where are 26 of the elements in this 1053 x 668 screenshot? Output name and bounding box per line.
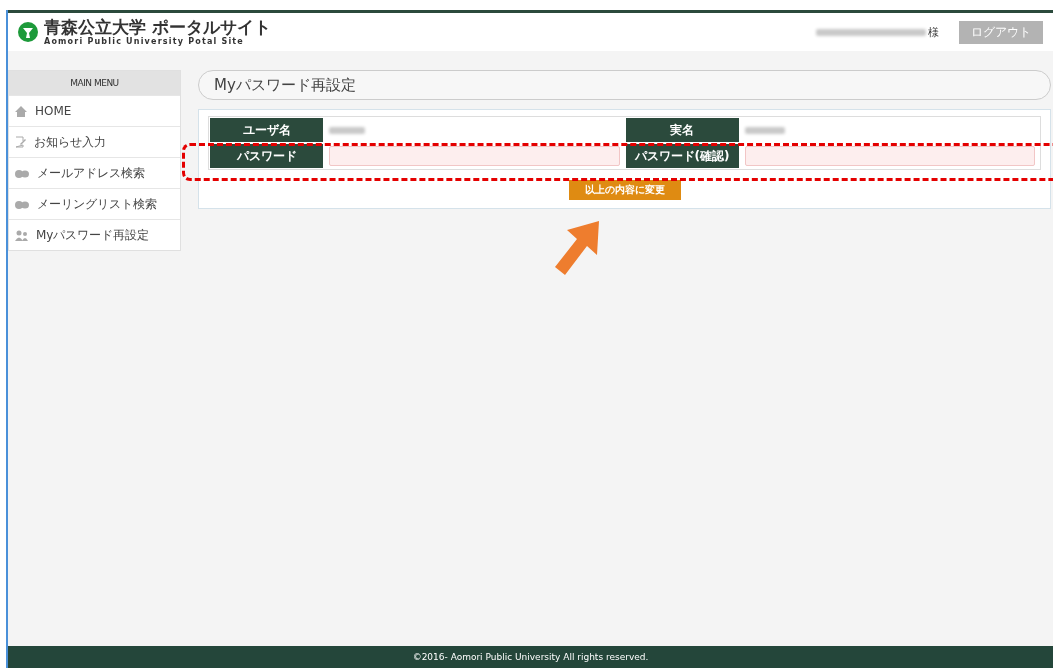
blurred-value — [744, 126, 785, 134]
sidebar-item[interactable]: お知らせ入力 — [9, 126, 180, 157]
menu-heading: MAIN MENU — [9, 71, 180, 95]
field-label: パスワード — [210, 144, 323, 168]
sidebar-item[interactable]: HOME — [9, 95, 180, 126]
field-label: パスワード(確認) — [625, 144, 739, 168]
sidebar-item[interactable]: メーリングリスト検索 — [9, 188, 180, 219]
logo-icon — [18, 22, 38, 42]
people-icon — [15, 168, 29, 178]
site-title: 青森公立大学 ポータルサイト — [44, 18, 271, 37]
password-field[interactable] — [329, 146, 620, 166]
honorific-text: 様 — [928, 24, 939, 40]
edit-icon — [15, 136, 26, 148]
footer-text: ©2016- Aomori Public University All rights reserved. — [8, 646, 1053, 668]
field-label: ユーザ名 — [210, 118, 323, 142]
blurred-value — [329, 126, 365, 134]
people-icon — [15, 199, 29, 209]
sidebar-item[interactable]: メールアドレス検索 — [9, 157, 180, 188]
home-icon — [15, 105, 27, 117]
users-icon — [15, 229, 28, 241]
page-title: Myパスワード再設定 — [198, 70, 1051, 100]
field-label: 実名 — [625, 118, 739, 142]
password-field[interactable] — [744, 146, 1035, 166]
pointer-arrow — [553, 221, 601, 277]
sidebar-item[interactable]: Myパスワード再設定 — [9, 219, 180, 250]
site-subtitle: Aomori Public University Potal Site — [44, 37, 245, 46]
